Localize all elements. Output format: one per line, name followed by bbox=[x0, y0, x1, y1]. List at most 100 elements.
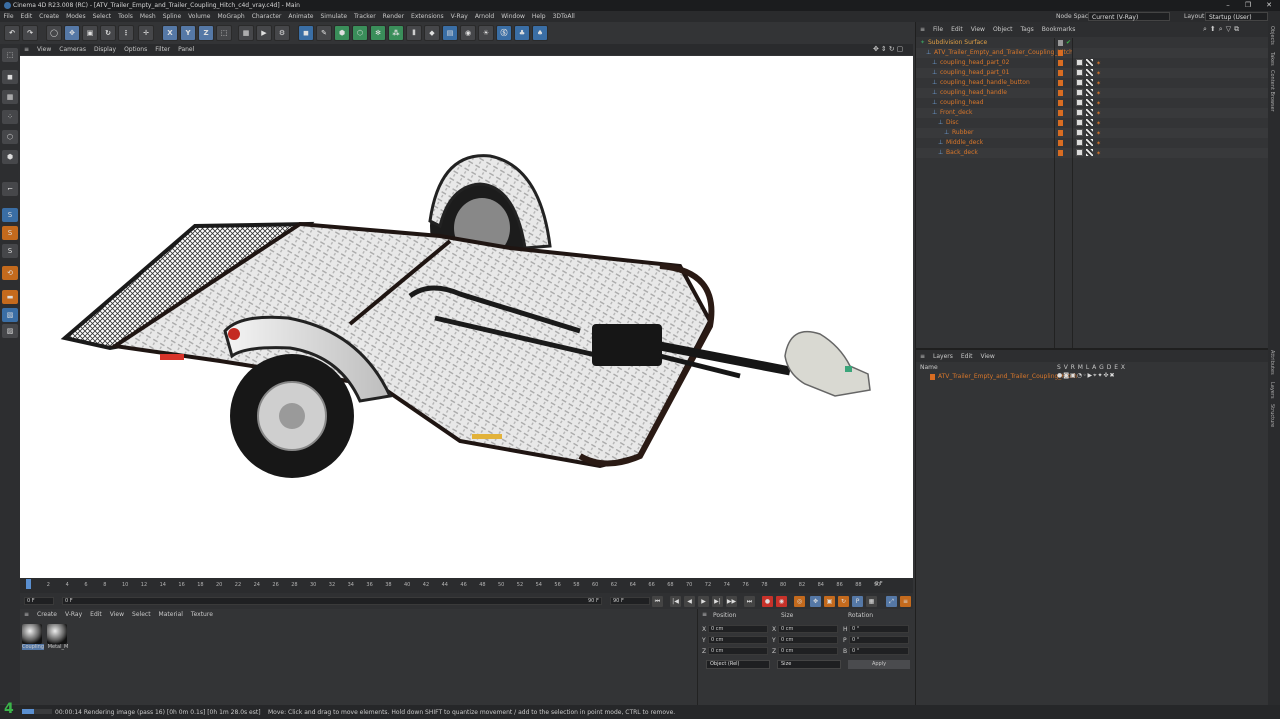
material-menu-material[interactable]: Material bbox=[155, 611, 187, 618]
layer-menu-icon[interactable]: ≡ bbox=[916, 353, 929, 360]
y-axis-lock-button[interactable]: Y bbox=[180, 25, 196, 41]
render-view-icon[interactable]: ▦ bbox=[238, 25, 254, 41]
layer-row[interactable]: ATV_Trailer_Empty_and_Trailer_Coupling_H… bbox=[916, 372, 1268, 382]
material-menu-v-ray[interactable]: V-Ray bbox=[61, 611, 86, 618]
texture-tag-icon[interactable] bbox=[1076, 129, 1083, 136]
size-mode-dropdown[interactable]: Size bbox=[777, 660, 841, 669]
render-picture-viewer-icon[interactable]: ▶ bbox=[256, 25, 272, 41]
maximize-button[interactable]: ❐ bbox=[1238, 0, 1258, 11]
key-rotation-icon[interactable]: ↻ bbox=[838, 596, 849, 607]
menu-item-render[interactable]: Render bbox=[379, 11, 407, 22]
material-tag-icon[interactable] bbox=[1086, 99, 1093, 106]
material-tag-icon[interactable] bbox=[1086, 129, 1093, 136]
object-menu-bookmarks[interactable]: Bookmarks bbox=[1038, 26, 1080, 33]
autokey-icon[interactable]: ◉ bbox=[776, 596, 787, 607]
vray-tag-icon[interactable]: ✶ bbox=[1096, 109, 1103, 117]
material-tag-icon[interactable] bbox=[1086, 109, 1093, 116]
x-axis-lock-button[interactable]: X bbox=[162, 25, 178, 41]
layer-flag-icons[interactable]: ●◙▣◔◦▶⌖✦✜✖ bbox=[1057, 372, 1116, 380]
texture-tag-icon[interactable] bbox=[1076, 99, 1083, 106]
material-menu-texture[interactable]: Texture bbox=[187, 611, 217, 618]
texture-tag-icon[interactable] bbox=[1076, 69, 1083, 76]
object-row[interactable]: ⊥ coupling_head_part_01 ✶ bbox=[916, 68, 1269, 78]
menu-item-spline[interactable]: Spline bbox=[159, 11, 184, 22]
texture-tag-icon[interactable] bbox=[1076, 109, 1083, 116]
coord-size-field[interactable]: 0 cm bbox=[778, 625, 838, 633]
node-space-dropdown[interactable]: Current (V-Ray) bbox=[1088, 12, 1170, 21]
enabled-check-icon[interactable]: ✔ bbox=[1066, 38, 1071, 48]
layer-menu-layers[interactable]: Layers bbox=[929, 353, 957, 360]
menu-item-help[interactable]: Help bbox=[528, 11, 549, 22]
vray-tag-icon[interactable]: ✶ bbox=[1096, 89, 1103, 97]
object-row[interactable]: ⊥ coupling_head_handle_button ✶ bbox=[916, 78, 1269, 88]
record-icon[interactable]: ● bbox=[762, 596, 773, 607]
axis-mode-icon[interactable]: ⌐ bbox=[2, 182, 18, 196]
texture-tag-icon[interactable] bbox=[1076, 79, 1083, 86]
solo-icon[interactable]: ⟲ bbox=[2, 266, 18, 280]
material-menu-create[interactable]: Create bbox=[33, 611, 61, 618]
texture-tag-icon[interactable] bbox=[1076, 119, 1083, 126]
key-scale-icon[interactable]: ▣ bbox=[824, 596, 835, 607]
3d-viewport[interactable] bbox=[20, 56, 913, 578]
material-swatch[interactable]: Coupling bbox=[22, 624, 44, 650]
object-menu-icon[interactable]: ≡ bbox=[916, 26, 929, 33]
snap-icon[interactable]: S bbox=[2, 208, 18, 222]
tab-takes[interactable]: Takes bbox=[1269, 52, 1275, 66]
prev-frame-icon[interactable]: ◀ bbox=[684, 596, 695, 607]
model-mode-icon[interactable]: ◼ bbox=[2, 70, 18, 84]
planar-workplane-icon[interactable]: ▨ bbox=[2, 324, 18, 338]
vray-tag-icon[interactable]: ✶ bbox=[1096, 79, 1103, 87]
menu-item-edit[interactable]: Edit bbox=[17, 11, 36, 22]
coord-position-field[interactable]: 0 cm bbox=[708, 625, 768, 633]
object-row[interactable]: ⊥ Middle_deck ✶ bbox=[916, 138, 1269, 148]
keyframe-selection-icon[interactable]: ◎ bbox=[794, 596, 805, 607]
object-row[interactable]: ⊥ Back_deck ✶ bbox=[916, 148, 1269, 158]
object-menu-edit[interactable]: Edit bbox=[947, 26, 967, 33]
polygons-mode-icon[interactable]: ⬢ bbox=[2, 150, 18, 164]
coord-size-field[interactable]: 0 cm bbox=[778, 636, 838, 644]
environment-icon[interactable]: ◆ bbox=[424, 25, 440, 41]
snap-settings-icon[interactable]: S bbox=[2, 226, 18, 240]
end-frame-field[interactable]: 90 F bbox=[610, 597, 650, 605]
object-row[interactable]: ⊥ ATV_Trailer_Empty_and_Trailer_Coupling_… bbox=[916, 48, 1269, 58]
layer-menu-edit[interactable]: Edit bbox=[957, 353, 977, 360]
rotate-icon[interactable]: ↻ bbox=[100, 25, 116, 41]
key-pla-icon[interactable]: ▦ bbox=[866, 596, 877, 607]
texture-mode-icon[interactable]: ▦ bbox=[2, 90, 18, 104]
prev-key-icon[interactable]: |◀ bbox=[670, 596, 681, 607]
viewport-nav-icons[interactable]: ✥⇕↻▢ bbox=[873, 45, 905, 53]
script-icon[interactable]: ♠ bbox=[532, 25, 548, 41]
viewport-menu-cameras[interactable]: Cameras bbox=[55, 44, 90, 55]
coordinate-mode-dropdown[interactable]: Object (Rel) bbox=[706, 660, 770, 669]
viewport-menu-options[interactable]: Options bbox=[120, 44, 151, 55]
undo-icon[interactable]: ↶ bbox=[4, 25, 20, 41]
material-tag-icon[interactable] bbox=[1086, 89, 1093, 96]
timeline-ruler[interactable]: 0246810121416182022242628303234363840424… bbox=[20, 578, 913, 593]
menu-item-simulate[interactable]: Simulate bbox=[317, 11, 351, 22]
coordinate-system-icon[interactable]: ✛ bbox=[138, 25, 154, 41]
field-icon[interactable]: ⁂ bbox=[388, 25, 404, 41]
coords-menu-icon[interactable]: ≡ bbox=[702, 611, 707, 618]
viewport-menu-icon[interactable]: ≡ bbox=[20, 46, 33, 53]
material-tag-icon[interactable] bbox=[1086, 119, 1093, 126]
key-position-icon[interactable]: ✥ bbox=[810, 596, 821, 607]
object-row[interactable]: ⊥ Front_deck ✶ bbox=[916, 108, 1269, 118]
vray-tag-icon[interactable]: ✶ bbox=[1096, 129, 1103, 137]
vray-tag-icon[interactable]: ✶ bbox=[1096, 149, 1103, 157]
material-menu-view[interactable]: View bbox=[106, 611, 128, 618]
playhead[interactable] bbox=[26, 579, 31, 589]
material-menu-icon[interactable]: ≡ bbox=[20, 611, 33, 618]
workplane-icon[interactable]: S bbox=[2, 244, 18, 258]
menu-item-create[interactable]: Create bbox=[36, 11, 63, 22]
start-frame-field[interactable]: 0 F bbox=[24, 597, 54, 605]
python-icon[interactable]: ♣ bbox=[514, 25, 530, 41]
coord-position-field[interactable]: 0 cm bbox=[708, 647, 768, 655]
material-menu-edit[interactable]: Edit bbox=[86, 611, 106, 618]
menu-item-window[interactable]: Window bbox=[498, 11, 529, 22]
object-search-icons[interactable]: ⌕⬆⌕▽⧉ bbox=[1203, 25, 1242, 34]
menu-item-volume[interactable]: Volume bbox=[185, 11, 214, 22]
make-editable-icon[interactable]: ⬚ bbox=[2, 48, 18, 62]
cloner-icon[interactable]: ✻ bbox=[370, 25, 386, 41]
extrude-icon[interactable]: ⬡ bbox=[352, 25, 368, 41]
material-tag-icon[interactable] bbox=[1086, 69, 1093, 76]
